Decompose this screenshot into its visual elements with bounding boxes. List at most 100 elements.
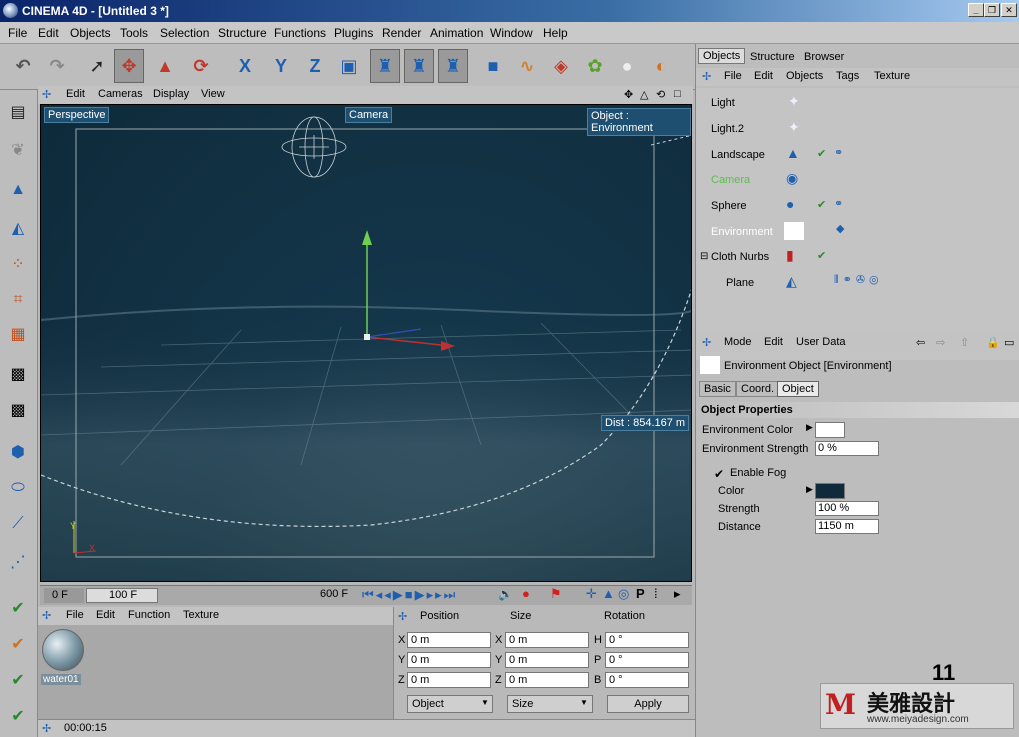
object-menu-tags[interactable]: Tags <box>836 70 859 82</box>
size-z-field[interactable]: 0 m <box>505 672 589 688</box>
pos-x-field[interactable]: 0 m <box>407 632 491 648</box>
render-view-icon[interactable]: ♜ <box>370 49 400 83</box>
menu-functions[interactable]: Functions <box>274 26 326 40</box>
world-coordinates-icon[interactable]: ▣ <box>334 49 364 83</box>
viewport-move-icon[interactable]: ✥ <box>624 88 633 101</box>
object-tool-icon[interactable]: ▲ <box>4 176 32 204</box>
sound-icon[interactable]: 🔈 <box>498 587 513 601</box>
undo-icon[interactable]: ↶ <box>8 49 38 83</box>
size-y-field[interactable]: 0 m <box>505 652 589 668</box>
rotate-icon[interactable]: ⟳ <box>186 49 216 83</box>
menu-file[interactable]: File <box>8 26 27 40</box>
object-row-cloth-nurbs[interactable]: Cloth Nurbs <box>711 251 769 263</box>
object-row-environment[interactable]: Environment <box>711 226 773 238</box>
object-row-sphere[interactable]: Sphere <box>711 200 746 212</box>
rot-b-field[interactable]: 0 ° <box>605 672 689 688</box>
menu-structure[interactable]: Structure <box>218 26 267 40</box>
layout-icon[interactable]: ▤ <box>4 98 32 126</box>
maximize-button[interactable]: ❐ <box>984 3 1000 17</box>
menu-render[interactable]: Render <box>382 26 421 40</box>
minimize-button[interactable]: _ <box>968 3 984 17</box>
attribute-menu-user-data[interactable]: User Data <box>796 336 846 348</box>
cube-icon[interactable]: ■ <box>478 49 508 83</box>
object-row-plane[interactable]: Plane <box>726 277 754 289</box>
tab-basic[interactable]: Basic <box>699 381 736 397</box>
viewport-maximize-icon[interactable]: □ <box>674 88 681 100</box>
deformer-icon[interactable]: ◐ <box>646 49 676 83</box>
snap-tool-icon[interactable]: ⋰ <box>4 548 32 576</box>
expand-arrow-icon[interactable]: ▶ <box>806 484 813 495</box>
object-menu-texture[interactable]: Texture <box>874 70 910 82</box>
polygons-tool-icon[interactable]: ▦ <box>4 320 32 348</box>
object-menu-objects[interactable]: Objects <box>786 70 823 82</box>
visibility-check-icon[interactable]: ✔ <box>817 147 826 160</box>
x-axis-icon[interactable]: X <box>230 49 260 83</box>
viewport-rotate-icon[interactable]: ⟲ <box>656 88 665 101</box>
record-icon[interactable]: ● <box>522 586 530 601</box>
tab-browser[interactable]: Browser <box>800 50 848 64</box>
back-arrow-icon[interactable]: ⇦ <box>916 336 925 349</box>
y-axis-icon[interactable]: Y <box>266 49 296 83</box>
y-axis-arrow-icon[interactable] <box>362 230 372 245</box>
inverse-kinematics-icon[interactable]: ⟋ <box>4 510 32 538</box>
expand-arrow-icon[interactable]: ▶ <box>806 422 813 433</box>
bone-tool-icon[interactable]: ⬢ <box>4 438 32 466</box>
timeline-start-field[interactable]: 0 F <box>44 588 84 603</box>
light-icon[interactable]: ● <box>612 49 642 83</box>
tab-coord[interactable]: Coord. <box>736 381 780 397</box>
attribute-menu-edit[interactable]: Edit <box>764 336 783 348</box>
close-button[interactable]: ✕ <box>1001 3 1017 17</box>
collapse-icon[interactable]: ⊟ <box>700 251 708 262</box>
redo-icon[interactable]: ↷ <box>42 49 72 83</box>
object-row-landscape[interactable]: Landscape <box>711 149 765 161</box>
object-row-camera[interactable]: Camera <box>711 174 750 186</box>
texture-tool-icon[interactable]: ▩ <box>4 360 32 388</box>
up-arrow-icon[interactable]: ⇧ <box>960 336 969 349</box>
menu-tools[interactable]: Tools <box>120 26 148 40</box>
key-position-icon[interactable]: ✛ <box>586 586 597 602</box>
fog-strength-field[interactable]: 100 % <box>815 501 879 516</box>
viewport-menu-display[interactable]: Display <box>153 88 189 100</box>
render-picture-viewer-icon[interactable]: ♜ <box>438 49 468 83</box>
nurbs-icon[interactable]: ◈ <box>546 49 576 83</box>
render-active-icon[interactable]: ♜ <box>404 49 434 83</box>
timeline-current-frame[interactable]: 100 F <box>86 588 158 603</box>
env-color-swatch[interactable] <box>815 422 845 438</box>
perspective-viewport[interactable]: Y X Perspective Camera Object : Environm… <box>40 104 692 582</box>
viewport-zoom-icon[interactable]: △ <box>640 88 648 101</box>
array-icon[interactable]: ✿ <box>580 49 610 83</box>
tab-object[interactable]: Object <box>777 381 819 397</box>
fog-distance-field[interactable]: 1150 m <box>815 519 879 534</box>
object-row-light2[interactable]: Light.2 <box>711 123 744 135</box>
viewport-menu-view[interactable]: View <box>201 88 225 100</box>
lock-icon[interactable]: 🔒 <box>986 336 1000 349</box>
rot-p-field[interactable]: 0 ° <box>605 652 689 668</box>
texture-tag-icon[interactable]: ⚭ <box>834 197 843 210</box>
edges-tool-icon[interactable]: ⌗ <box>4 286 32 314</box>
z-axis-icon[interactable]: Z <box>300 49 330 83</box>
apply-button[interactable]: Apply <box>607 695 689 713</box>
key-pla-icon[interactable]: ⁞ <box>654 586 658 601</box>
attribute-pin-icon[interactable]: ✢ <box>702 336 711 349</box>
autokey-icon[interactable]: ⚑ <box>550 586 562 602</box>
object-row-light[interactable]: Light <box>711 97 735 109</box>
scale-icon[interactable]: ▲ <box>150 49 180 83</box>
object-axis-icon[interactable]: ◭ <box>4 214 32 242</box>
menu-objects[interactable]: Objects <box>70 26 111 40</box>
menu-window[interactable]: Window <box>490 26 533 40</box>
material-menu-file[interactable]: File <box>66 609 84 621</box>
pos-z-field[interactable]: 0 m <box>407 672 491 688</box>
menu-selection[interactable]: Selection <box>160 26 209 40</box>
visibility-check-icon[interactable]: ✔ <box>817 249 826 262</box>
object-pin-icon[interactable]: ✢ <box>702 70 711 83</box>
model-tool-icon[interactable]: ❦ <box>4 136 32 164</box>
material-menu-edit[interactable]: Edit <box>96 609 115 621</box>
menu-animation[interactable]: Animation <box>430 26 483 40</box>
menu-help[interactable]: Help <box>543 26 568 40</box>
menu-plugins[interactable]: Plugins <box>334 26 373 40</box>
playback-controls[interactable]: ⏮◂◂▶■▶▸▸⏭ <box>362 587 457 603</box>
tab-objects[interactable]: Objects <box>698 48 746 64</box>
tweak-mode-icon[interactable]: ✔ <box>4 630 32 658</box>
viewport-menu-cameras[interactable]: Cameras <box>98 88 143 100</box>
enable-axis-icon[interactable]: ✔ <box>4 594 32 622</box>
